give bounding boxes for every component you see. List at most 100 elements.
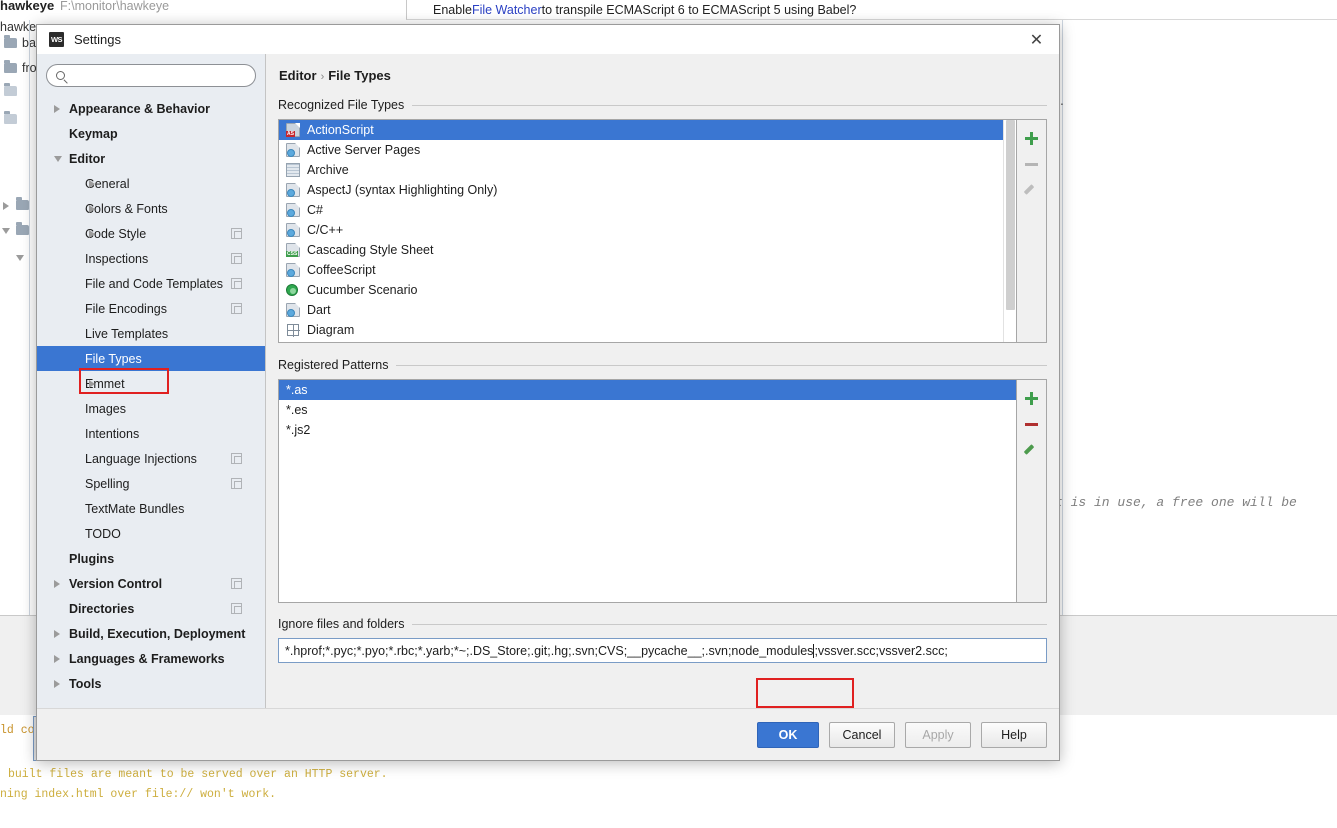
sidebar-item-todo[interactable]: TODO xyxy=(37,521,265,546)
ok-button[interactable]: OK xyxy=(757,721,819,748)
pattern-label: *.js2 xyxy=(286,423,311,437)
sidebar-item-keymap[interactable]: Keymap xyxy=(37,121,265,146)
file-type-label: AspectJ (syntax Highlighting Only) xyxy=(307,183,498,197)
file-type-row[interactable]: AspectJ (syntax Highlighting Only) xyxy=(279,180,1003,200)
file-type-label: ActionScript xyxy=(307,123,374,137)
cancel-button[interactable]: Cancel xyxy=(829,721,895,748)
editor-dot: . xyxy=(1060,92,1064,108)
sidebar-item-version-control[interactable]: Version Control xyxy=(37,571,265,596)
copy-settings-icon[interactable] xyxy=(231,603,242,614)
settings-dialog: WS Settings ✕ Appearance & Behavior Keyma… xyxy=(36,24,1060,761)
chevron-right-icon[interactable] xyxy=(89,204,95,213)
file-type-row[interactable]: C# xyxy=(279,200,1003,220)
sidebar-item-images[interactable]: Images xyxy=(37,396,265,421)
chevron-right-icon[interactable] xyxy=(89,179,95,188)
file-type-row[interactable]: C/C++ xyxy=(279,220,1003,240)
bg-tree-row-extra[interactable] xyxy=(4,83,17,96)
panel-divider xyxy=(29,20,30,615)
sidebar-item-plugins[interactable]: Plugins xyxy=(37,546,265,571)
project-path: F:\monitor\hawkeye xyxy=(60,0,170,13)
file-type-row[interactable]: Active Server Pages xyxy=(279,140,1003,160)
file-type-row[interactable]: Diagram xyxy=(279,320,1003,340)
ignore-value-after: ;vssver.scc;vssver2.scc; xyxy=(814,643,948,658)
sidebar-item-label: File Types xyxy=(85,351,142,366)
sidebar-item-file-encodings[interactable]: File Encodings xyxy=(37,296,265,321)
remove-file-type-button[interactable] xyxy=(1019,151,1045,177)
patterns-toolbar xyxy=(1016,380,1046,602)
bg-tree-row-extra2[interactable] xyxy=(4,111,17,124)
chevron-right-icon[interactable] xyxy=(89,379,95,388)
copy-settings-icon[interactable] xyxy=(231,228,242,239)
console-line-2: ning index.html over file:// won't work. xyxy=(0,788,277,801)
sidebar-item-emmet[interactable]: Emmet xyxy=(37,371,265,396)
sidebar-item-appearance-behavior[interactable]: Appearance & Behavior xyxy=(37,96,265,121)
expand-arrow-icon[interactable] xyxy=(3,202,9,210)
file-type-row[interactable]: Dart xyxy=(279,300,1003,320)
sidebar-item-tools[interactable]: Tools xyxy=(37,671,265,696)
settings-sidebar: Appearance & Behavior Keymap Editor General… xyxy=(37,54,266,732)
copy-settings-icon[interactable] xyxy=(231,478,242,489)
sidebar-item-inspections[interactable]: Inspections xyxy=(37,246,265,271)
collapse-arrow-icon[interactable] xyxy=(16,255,24,261)
file-types-scrollbar[interactable] xyxy=(1003,120,1016,342)
edit-pattern-button[interactable] xyxy=(1019,437,1045,463)
pattern-row[interactable]: *.as xyxy=(279,380,1016,400)
close-icon[interactable]: ✕ xyxy=(1014,25,1059,54)
pattern-row[interactable]: *.es xyxy=(279,400,1016,420)
copy-settings-icon[interactable] xyxy=(231,578,242,589)
chevron-down-icon[interactable] xyxy=(54,155,62,162)
sidebar-item-intentions[interactable]: Intentions xyxy=(37,421,265,446)
file-type-row[interactable]: CoffeeScript xyxy=(279,260,1003,280)
copy-settings-icon[interactable] xyxy=(231,303,242,314)
file-watcher-link[interactable]: File Watcher xyxy=(472,3,542,17)
sidebar-item-build-execution-deployment[interactable]: Build, Execution, Deployment xyxy=(37,621,265,646)
dart-icon xyxy=(286,303,300,317)
search-box[interactable] xyxy=(46,64,256,87)
add-file-type-button[interactable] xyxy=(1019,125,1045,151)
sidebar-item-live-templates[interactable]: Live Templates xyxy=(37,321,265,346)
help-button[interactable]: Help xyxy=(981,721,1047,748)
bg-tree-row-frontend[interactable]: fro xyxy=(4,60,37,75)
file-type-row[interactable]: CSS Cascading Style Sheet xyxy=(279,240,1003,260)
sidebar-item-file-types[interactable]: File Types xyxy=(37,346,265,371)
sidebar-item-colors-fonts[interactable]: Colors & Fonts xyxy=(37,196,265,221)
settings-content: Editor › File Types Recognized File Types … xyxy=(266,54,1059,732)
folder-icon xyxy=(16,197,29,210)
copy-settings-icon[interactable] xyxy=(231,253,242,264)
cucumber-icon xyxy=(286,283,300,297)
remove-pattern-button[interactable] xyxy=(1019,411,1045,437)
add-pattern-button[interactable] xyxy=(1019,385,1045,411)
file-type-row[interactable]: Cucumber Scenario xyxy=(279,280,1003,300)
sidebar-item-directories[interactable]: Directories xyxy=(37,596,265,621)
sidebar-item-file-and-code-templates[interactable]: File and Code Templates xyxy=(37,271,265,296)
sidebar-item-code-style[interactable]: Code Style xyxy=(37,221,265,246)
sidebar-item-general[interactable]: General xyxy=(37,171,265,196)
collapse-arrow-icon[interactable] xyxy=(2,228,10,234)
chevron-right-icon[interactable] xyxy=(54,679,60,688)
search-input[interactable] xyxy=(71,67,246,84)
copy-settings-icon[interactable] xyxy=(231,278,242,289)
scrollbar-thumb[interactable] xyxy=(1006,120,1015,310)
ignore-files-input[interactable]: *.hprof;*.pyc;*.pyo;*.rbc;*.yarb;*~;.DS_… xyxy=(278,638,1047,663)
sidebar-item-languages-frameworks[interactable]: Languages & Frameworks xyxy=(37,646,265,671)
sidebar-item-spelling[interactable]: Spelling xyxy=(37,471,265,496)
edit-file-type-button[interactable] xyxy=(1019,177,1045,203)
chevron-right-icon[interactable] xyxy=(54,629,60,638)
patterns-list[interactable]: *.as *.es *.js2 xyxy=(279,380,1016,602)
file-type-row[interactable]: AS ActionScript xyxy=(279,120,1003,140)
chevron-right-icon[interactable] xyxy=(89,229,95,238)
sidebar-item-language-injections[interactable]: Language Injections xyxy=(37,446,265,471)
sidebar-item-label: Keymap xyxy=(69,126,118,141)
file-type-row[interactable]: Archive xyxy=(279,160,1003,180)
recognized-file-types-listbox[interactable]: AS ActionScript Active Server Pages Archive… xyxy=(278,119,1047,343)
chevron-right-icon[interactable] xyxy=(54,104,60,113)
chevron-right-icon[interactable] xyxy=(54,579,60,588)
sidebar-item-editor[interactable]: Editor xyxy=(37,146,265,171)
file-types-list[interactable]: AS ActionScript Active Server Pages Archive… xyxy=(279,120,1003,342)
sidebar-item-textmate-bundles[interactable]: TextMate Bundles xyxy=(37,496,265,521)
registered-patterns-listbox[interactable]: *.as *.es *.js2 xyxy=(278,379,1047,603)
copy-settings-icon[interactable] xyxy=(231,453,242,464)
chevron-right-icon[interactable] xyxy=(54,654,60,663)
breadcrumb-root[interactable]: Editor xyxy=(279,68,317,83)
pattern-row[interactable]: *.js2 xyxy=(279,420,1016,440)
